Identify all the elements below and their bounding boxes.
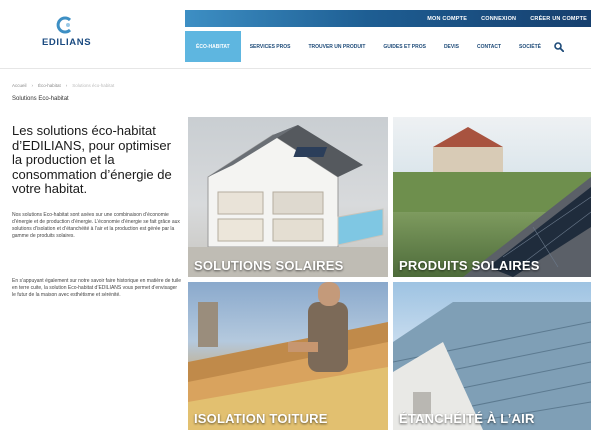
nav-item-societe[interactable]: SOCIÉTÉ xyxy=(510,31,550,62)
logo-wordmark: EDILIANS xyxy=(42,37,92,48)
my-account-link[interactable]: MON COMPTE xyxy=(427,16,467,22)
breadcrumb-separator: › xyxy=(65,83,68,88)
breadcrumb-current: Solutions éco-habitat xyxy=(72,83,115,88)
nav-item-find-product[interactable]: TROUVER UN PRODUIT xyxy=(299,31,374,62)
house-cutaway-image xyxy=(188,125,388,277)
page-heading: Les solutions éco-habitat d’EDILIANS, po… xyxy=(12,123,172,196)
tile-produits-solaires[interactable]: PRODUITS SOLAIRES xyxy=(393,117,591,277)
nav-item-eco-habitat[interactable]: ÉCO-HABITAT xyxy=(185,31,241,62)
header-divider xyxy=(0,68,591,69)
breadcrumb-eco-habitat[interactable]: Éco-habitat xyxy=(38,83,61,88)
nav-item-guides[interactable]: GUIDES ET PROS xyxy=(374,31,435,62)
search-icon[interactable] xyxy=(554,41,564,52)
account-bar: MON COMPTE CONNEXION CRÉER UN COMPTE xyxy=(185,10,591,27)
tile-etancheite-air[interactable]: ÉTANCHÉITÉ À L’AIR xyxy=(393,282,591,430)
tile-isolation-toiture[interactable]: ISOLATION TOITURE xyxy=(188,282,388,430)
intro-paragraph: Nos solutions Eco-habitat sont axées sur… xyxy=(12,212,180,239)
roof-insulation-image xyxy=(188,282,388,430)
tile-label: ISOLATION TOITURE xyxy=(194,411,328,426)
tile-label: SOLUTIONS SOLAIRES xyxy=(194,258,344,273)
breadcrumb: Accueil › Éco-habitat › Solutions éco-ha… xyxy=(12,83,114,88)
tile-label: PRODUITS SOLAIRES xyxy=(399,258,540,273)
edilians-logo[interactable]: EDILIANS xyxy=(28,16,108,56)
tiled-roof-image xyxy=(393,302,591,430)
solar-roof-image xyxy=(393,127,591,277)
account-links: MON COMPTE CONNEXION CRÉER UN COMPTE xyxy=(427,10,587,27)
tile-solutions-solaires[interactable]: SOLUTIONS SOLAIRES xyxy=(188,117,388,277)
tile-label: ÉTANCHÉITÉ À L’AIR xyxy=(399,411,535,426)
breadcrumb-separator: › xyxy=(31,83,34,88)
login-link[interactable]: CONNEXION xyxy=(481,16,516,22)
secondary-paragraph: En s’appuyant également sur notre savoir… xyxy=(12,278,181,298)
nav-item-services-pros[interactable]: SERVICES PROS xyxy=(241,31,300,62)
page-subtitle: Solutions Eco-habitat xyxy=(12,96,69,102)
create-account-link[interactable]: CRÉER UN COMPTE xyxy=(530,16,587,22)
breadcrumb-home[interactable]: Accueil xyxy=(12,83,27,88)
main-nav: ÉCO-HABITAT SERVICES PROS TROUVER UN PRO… xyxy=(185,31,591,62)
logo-mark-icon xyxy=(56,16,72,34)
nav-item-contact[interactable]: CONTACT xyxy=(468,31,510,62)
nav-item-devis[interactable]: DEVIS xyxy=(435,31,468,62)
